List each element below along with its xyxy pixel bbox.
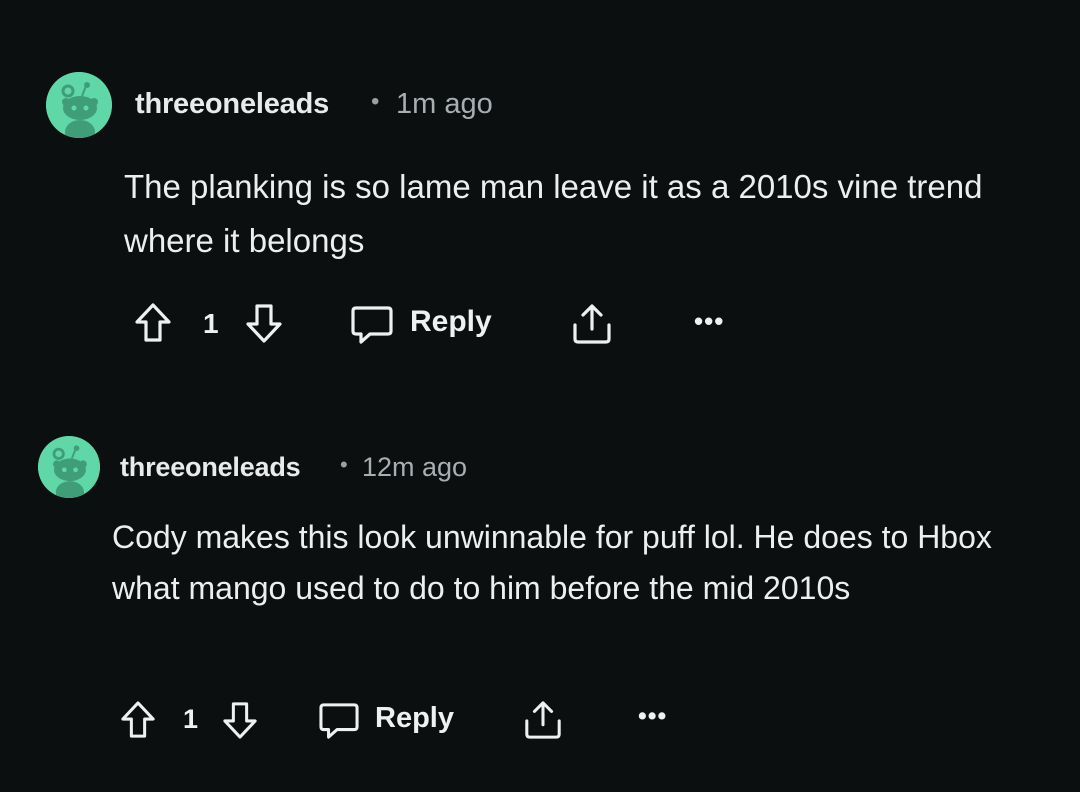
upvote-button[interactable]	[120, 700, 156, 740]
comment: threeoneleads • 12m ago Cody makes this …	[0, 400, 1080, 792]
timestamp: 1m ago	[396, 88, 493, 120]
upvote-arrow-icon	[135, 303, 171, 342]
share-button[interactable]	[570, 303, 614, 345]
username[interactable]: threeoneleads	[120, 452, 301, 483]
comment-body: The planking is so lame man leave it as …	[124, 168, 983, 259]
vote-count: 1	[203, 308, 219, 339]
downvote-arrow-icon	[246, 304, 282, 343]
downvote-arrow-icon	[223, 702, 257, 739]
downvote-button[interactable]	[245, 302, 283, 344]
timestamp: 12m ago	[362, 452, 468, 482]
share-icon	[525, 701, 561, 739]
share-button[interactable]	[522, 700, 564, 740]
downvote-button[interactable]	[222, 700, 258, 740]
username[interactable]: threeoneleads	[135, 88, 329, 121]
chat-bubble-icon	[351, 306, 393, 344]
meta-separator: •	[371, 88, 380, 115]
reply-label[interactable]: Reply	[410, 305, 492, 339]
snoo-avatar-icon	[46, 72, 112, 138]
chat-bubble-icon	[319, 703, 359, 739]
snoo-avatar-icon	[38, 436, 100, 498]
reply-button[interactable]	[350, 305, 394, 345]
more-options-button[interactable]: •••	[638, 702, 667, 731]
upvote-button[interactable]	[134, 302, 172, 344]
reply-label[interactable]: Reply	[375, 702, 454, 735]
more-options-button[interactable]: •••	[694, 306, 724, 337]
share-icon	[573, 304, 611, 344]
avatar[interactable]	[38, 436, 100, 498]
meta-separator: •	[340, 452, 348, 477]
vote-count: 1	[183, 704, 199, 734]
comment: threeoneleads • 1m ago The planking is s…	[0, 0, 1080, 400]
avatar[interactable]	[46, 72, 112, 138]
reply-button[interactable]	[318, 702, 360, 740]
comment-body: Cody makes this look unwinnable for puff…	[112, 519, 992, 607]
upvote-arrow-icon	[121, 701, 155, 738]
